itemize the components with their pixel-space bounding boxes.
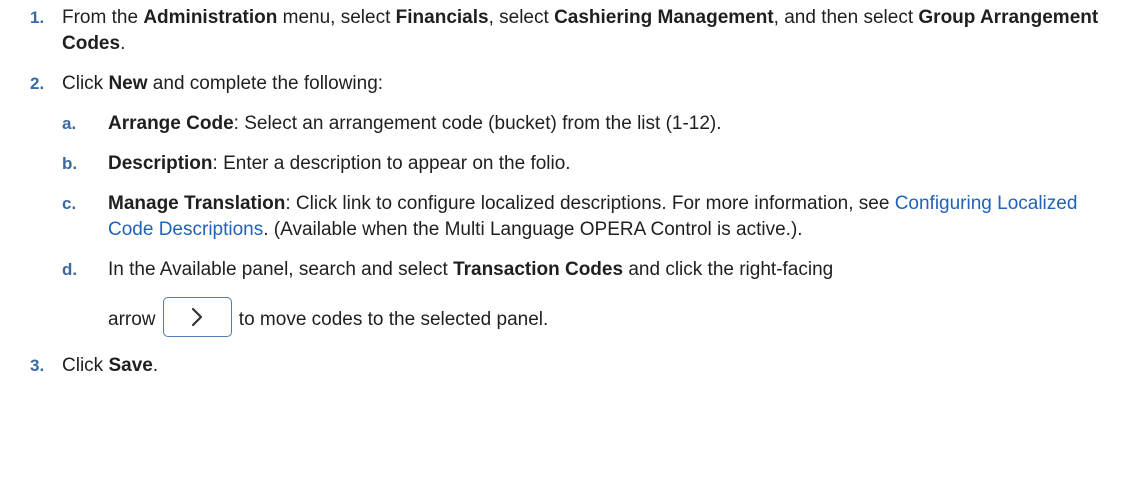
step-2: 2. Click New and complete the following:… [0, 71, 1139, 339]
step-text: From the [62, 7, 144, 28]
substep-d: d. In the Available panel, search and se… [62, 257, 1139, 339]
field-name-transaction-codes: Transaction Codes [453, 259, 624, 280]
substep-b: b. Description: Enter a description to a… [62, 151, 1139, 177]
step-text: , and then select [773, 7, 919, 28]
substep-text: In the Available panel, search and selec… [108, 259, 454, 280]
step-number: 1. [30, 8, 45, 27]
step-1: 1. From the Administration menu, select … [0, 5, 1139, 57]
step-text: Click [62, 73, 109, 94]
substep-list: a. Arrange Code: Select an arrangement c… [62, 111, 1139, 339]
field-name-manage-translation: Manage Translation [108, 193, 286, 214]
button-name-new: New [108, 73, 148, 94]
substep-letter: d. [62, 260, 78, 279]
step-text: , select [488, 7, 555, 28]
field-name-arrange-code: Arrange Code [108, 113, 234, 134]
menu-name-financials: Financials [395, 7, 489, 28]
button-name-save: Save [108, 355, 153, 376]
menu-name-administration: Administration [143, 7, 278, 28]
substep-text: : Select an arrangement code (bucket) fr… [233, 113, 722, 134]
substep-text: and click the right-facing [623, 259, 834, 280]
substep-letter: b. [62, 154, 78, 173]
step-text: menu, select [277, 7, 396, 28]
step-number: 3. [30, 356, 45, 375]
substep-text: : Click link to configure localized desc… [285, 193, 895, 214]
substep-text: arrow [108, 309, 156, 330]
arrow-instruction-line: arrow to move codes to the selected pane… [108, 293, 1139, 339]
step-text: and complete the following: [147, 73, 384, 94]
step-3: 3. Click Save. [0, 353, 1139, 379]
menu-name-cashiering-management: Cashiering Management [554, 7, 774, 28]
substep-text: . (Available when the Multi Language OPE… [263, 219, 803, 240]
substep-letter: c. [62, 194, 77, 213]
move-right-button[interactable] [162, 297, 232, 337]
step-text: Click [62, 355, 109, 376]
substep-letter: a. [62, 114, 77, 133]
step-text: . [152, 355, 159, 376]
substep-text: : Enter a description to appear on the f… [212, 153, 571, 174]
substep-text: to move codes to the selected panel. [233, 309, 549, 330]
substep-c: c. Manage Translation: Click link to con… [62, 191, 1139, 243]
chevron-right-icon [191, 307, 202, 327]
substep-a: a. Arrange Code: Select an arrangement c… [62, 111, 1139, 137]
step-text: . [120, 33, 126, 54]
procedure-document: 1. From the Administration menu, select … [0, 0, 1139, 494]
field-name-description: Description [108, 153, 213, 174]
step-number: 2. [30, 74, 45, 93]
